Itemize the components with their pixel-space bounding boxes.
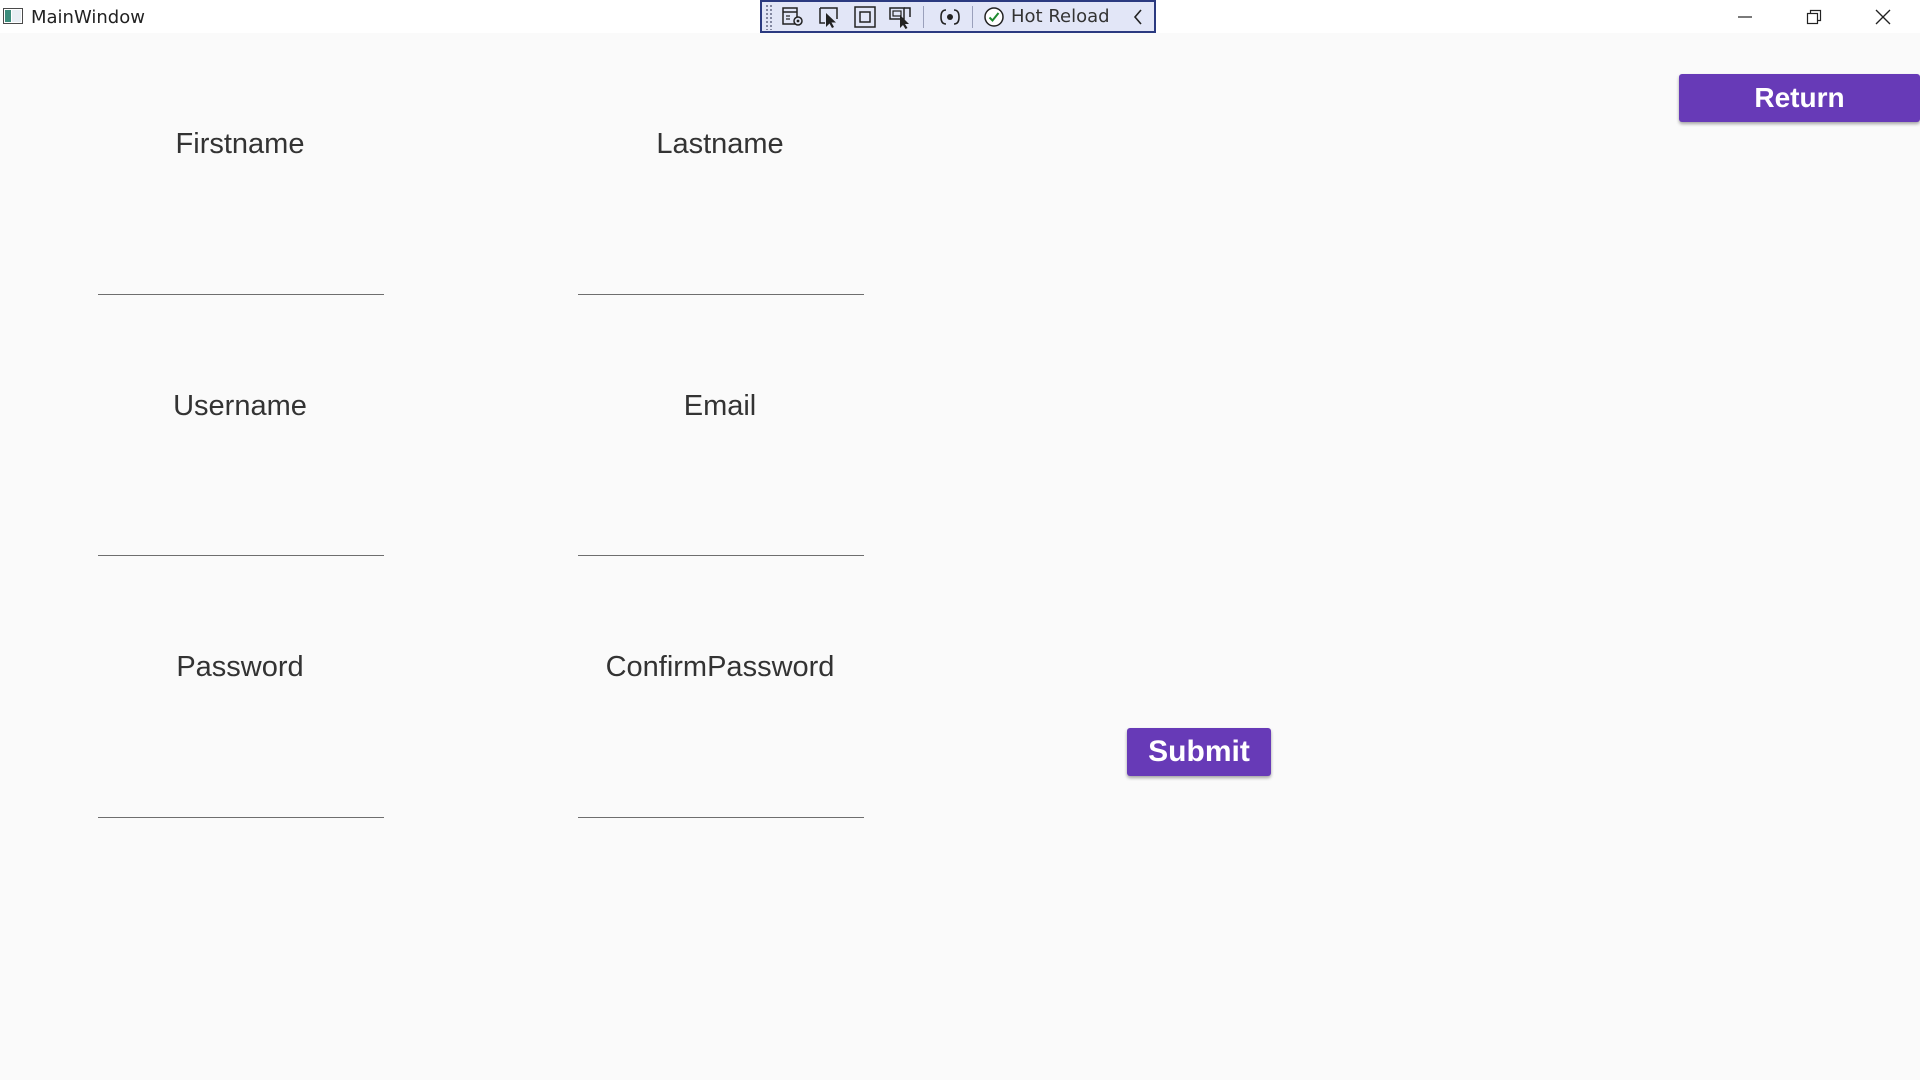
layout-adorners-icon: [854, 5, 876, 28]
firstname-input[interactable]: [98, 255, 384, 295]
select-element-button[interactable]: [813, 3, 845, 31]
toolbar-grip[interactable]: [765, 3, 773, 30]
hot-reload-label: Hot Reload: [1011, 6, 1110, 27]
title-bar[interactable]: MainWindow Hot Reload: [0, 0, 1920, 33]
live-visual-tree-icon: [782, 6, 803, 26]
submit-button[interactable]: Submit: [1127, 728, 1271, 776]
live-visual-tree-button[interactable]: [777, 3, 809, 31]
binding-failures-icon: [940, 8, 960, 25]
track-focus-button[interactable]: [885, 3, 917, 31]
email-input[interactable]: [578, 516, 864, 556]
lastname-input[interactable]: [578, 255, 864, 295]
collapse-toolbar-button[interactable]: [1128, 4, 1148, 30]
minimize-button[interactable]: [1710, 0, 1779, 33]
username-input[interactable]: [98, 516, 384, 556]
password-input[interactable]: [98, 778, 384, 818]
hot-reload-status[interactable]: Hot Reload: [983, 6, 1110, 28]
window-icon: [3, 8, 23, 24]
close-button[interactable]: [1848, 0, 1917, 33]
toolbar-separator: [972, 5, 973, 28]
select-element-icon: [819, 6, 838, 28]
firstname-label: Firstname: [175, 128, 305, 160]
password-label: Password: [176, 651, 304, 683]
minimize-icon: [1737, 15, 1752, 18]
track-focus-icon: [889, 6, 911, 29]
layout-adorners-button[interactable]: [849, 3, 881, 31]
confirm-password-label: ConfirmPassword: [605, 651, 835, 683]
debug-toolbar: Hot Reload: [760, 0, 1156, 33]
restore-icon: [1806, 9, 1821, 24]
return-button[interactable]: Return: [1679, 74, 1920, 122]
confirm-password-input[interactable]: [578, 778, 864, 818]
check-circle-icon: [984, 6, 1004, 27]
username-label: Username: [173, 390, 307, 422]
close-icon: [1875, 9, 1890, 24]
chevron-left-icon: [1133, 8, 1142, 25]
main-window: MainWindow Hot Reload Return Firstname L…: [0, 0, 1920, 1080]
binding-failures-button[interactable]: [934, 3, 966, 31]
window-title: MainWindow: [31, 7, 145, 28]
email-label: Email: [683, 390, 757, 422]
lastname-label: Lastname: [656, 128, 784, 160]
restore-button[interactable]: [1779, 0, 1848, 33]
toolbar-separator: [923, 5, 924, 28]
